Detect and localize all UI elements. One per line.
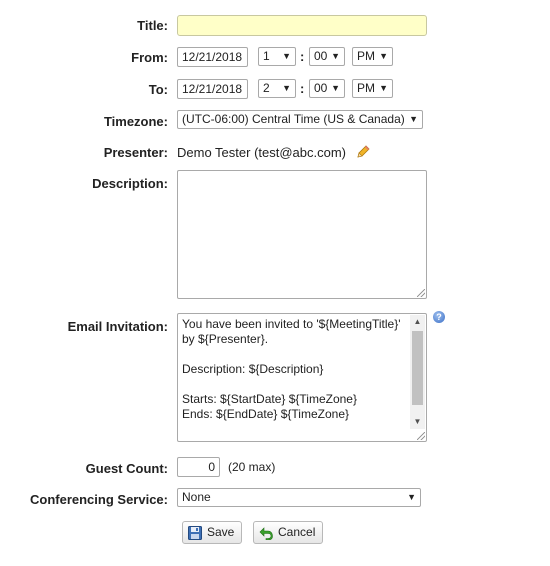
guest-count-max-note: (20 max) <box>228 460 276 474</box>
timezone-select[interactable]: (UTC-06:00) Central Time (US & Canada) ▼ <box>177 110 423 129</box>
timezone-label: Timezone: <box>103 114 168 129</box>
chevron-down-icon: ▼ <box>407 492 416 502</box>
email-invitation-value: You have been invited to '${MeetingTitle… <box>182 317 401 421</box>
description-label: Description: <box>92 176 168 191</box>
to-date-input[interactable]: 12/21/2018 <box>177 79 248 99</box>
scroll-thumb[interactable] <box>412 331 423 405</box>
email-invitation-scrollbar[interactable]: ▲ ▼ <box>410 315 425 429</box>
from-date-input[interactable]: 12/21/2018 <box>177 47 248 67</box>
scroll-up-arrow-icon[interactable]: ▲ <box>410 315 425 329</box>
guest-count-label: Guest Count: <box>85 461 168 476</box>
conferencing-service-select[interactable]: None ▼ <box>177 488 421 507</box>
conferencing-service-label: Conferencing Service: <box>30 492 168 507</box>
resize-handle-icon[interactable] <box>417 432 425 440</box>
from-minute-value: 00 <box>314 49 328 63</box>
to-hour-value: 2 <box>263 81 270 95</box>
guest-count-input[interactable]: 0 <box>177 457 220 477</box>
from-ampm-select[interactable]: PM ▼ <box>352 47 393 66</box>
to-hour-select[interactable]: 2 ▼ <box>258 79 296 98</box>
chevron-down-icon: ▼ <box>331 83 340 93</box>
timezone-value: (UTC-06:00) Central Time (US & Canada) <box>182 112 405 126</box>
cancel-button[interactable]: Cancel <box>253 521 324 544</box>
chevron-down-icon: ▼ <box>409 114 418 124</box>
presenter-label: Presenter: <box>103 145 168 160</box>
title-input[interactable] <box>177 15 427 36</box>
description-textarea[interactable] <box>177 170 427 299</box>
presenter-value: Demo Tester (test@abc.com) <box>177 145 347 160</box>
from-hour-value: 1 <box>263 49 270 63</box>
chevron-down-icon: ▼ <box>379 51 388 61</box>
cancel-button-label: Cancel <box>278 525 316 539</box>
from-ampm-value: PM <box>357 49 375 63</box>
chevron-down-icon: ▼ <box>282 51 291 61</box>
pencil-icon[interactable] <box>355 144 371 160</box>
to-label: To: <box>148 82 168 97</box>
scroll-down-arrow-icon[interactable]: ▼ <box>410 415 425 429</box>
to-minute-value: 00 <box>314 81 328 95</box>
resize-handle-icon[interactable] <box>417 289 425 297</box>
to-ampm-value: PM <box>357 81 375 95</box>
floppy-disk-icon <box>188 526 202 540</box>
save-button[interactable]: Save <box>182 521 243 544</box>
from-label: From: <box>131 50 168 65</box>
to-minute-select[interactable]: 00 ▼ <box>309 79 345 98</box>
chevron-down-icon: ▼ <box>379 83 388 93</box>
email-invitation-textarea[interactable]: You have been invited to '${MeetingTitle… <box>177 313 427 442</box>
title-label: Title: <box>137 18 168 33</box>
to-time-colon: : <box>300 81 305 96</box>
chevron-down-icon: ▼ <box>331 51 340 61</box>
from-hour-select[interactable]: 1 ▼ <box>258 47 296 66</box>
from-minute-select[interactable]: 00 ▼ <box>309 47 345 66</box>
help-icon[interactable]: ? <box>433 311 445 323</box>
from-time-colon: : <box>300 49 305 64</box>
conferencing-service-value: None <box>182 490 211 504</box>
save-button-label: Save <box>207 525 235 539</box>
email-invitation-label: Email Invitation: <box>67 319 168 334</box>
to-ampm-select[interactable]: PM ▼ <box>352 79 393 98</box>
undo-arrow-icon <box>259 527 273 540</box>
chevron-down-icon: ▼ <box>282 83 291 93</box>
